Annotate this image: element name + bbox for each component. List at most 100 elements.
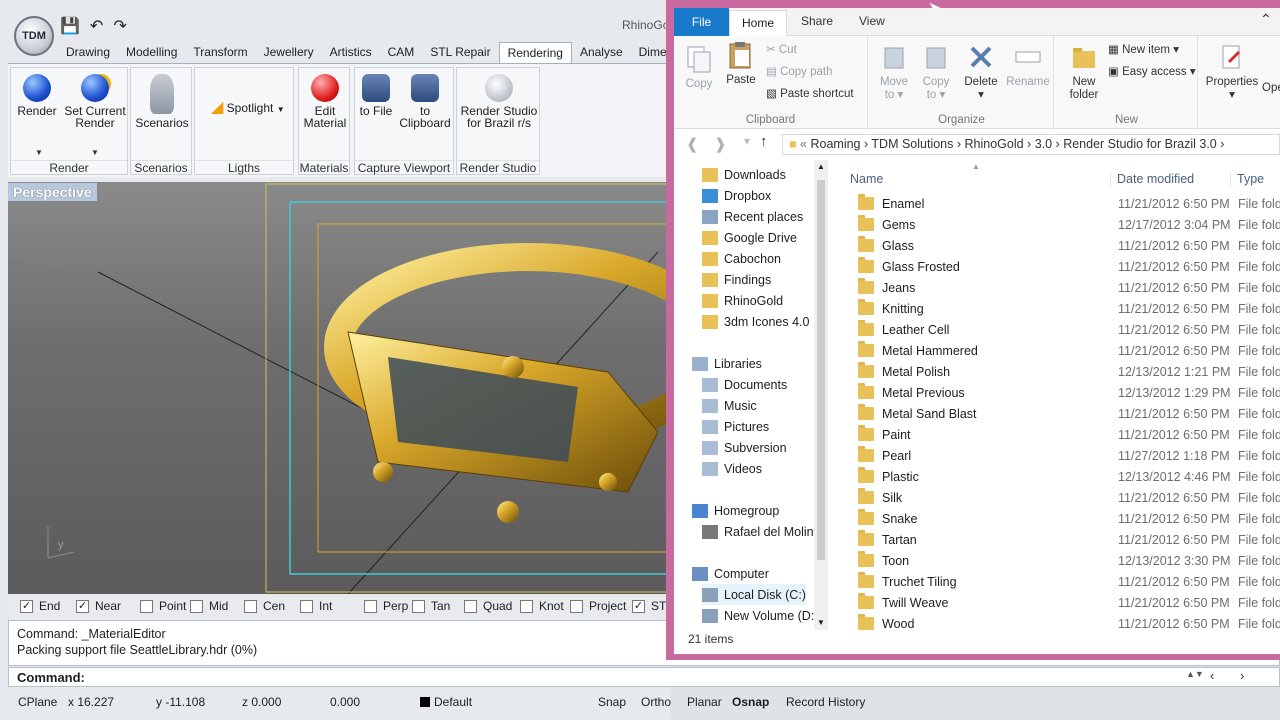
recent-dropdown-icon[interactable]: ▾ [744,134,750,148]
checkbox[interactable]: ✓ [632,599,645,613]
planar-toggle[interactable]: Planar [687,695,722,709]
file-row[interactable]: Glass Frosted 11/21/2012 6:50 PM File fold… [834,256,1280,277]
scroll-right-icon[interactable]: › [1240,668,1244,683]
collapse-ribbon-icon[interactable]: ⌃ [1260,11,1272,28]
checkbox[interactable]: ✓ [76,599,89,613]
delete-button[interactable]: Delete ▾ [962,42,1000,102]
file-row[interactable]: Truchet Tiling 11/21/2012 6:50 PM File fol… [834,571,1280,592]
nav-item[interactable]: 3dm Icones 4.0 [702,311,809,332]
properties-button[interactable]: Properties ▾ [1204,42,1260,102]
paste-shortcut-button[interactable]: ▧ Paste shortcut [766,86,854,100]
nav-item[interactable]: New Volume (D:) [702,605,818,626]
osnap-int[interactable]: Int [300,599,332,613]
nav-item[interactable]: Cabochon [702,248,781,269]
back-arrow-icon[interactable]: ❰ [686,135,699,153]
nav-item[interactable]: Local Disk (C:) [702,584,806,605]
capture-to-clipboard-button[interactable]: to Clipboard [397,74,453,129]
scroll-down-icon[interactable]: ▼ [817,618,825,627]
tdm-logo-button[interactable]: TDM [14,16,54,56]
osnap-project[interactable]: Project [570,599,626,613]
file-row[interactable]: Enamel 11/21/2012 6:50 PM File folde [834,193,1280,214]
file-row[interactable]: Silk 11/21/2012 6:50 PM File folde [834,487,1280,508]
overflow-icon[interactable]: « [800,137,807,151]
undo-icon[interactable]: ↶ [90,16,103,36]
tab-transform[interactable]: Transform [185,42,255,64]
nav-item[interactable]: Findings [702,269,771,290]
file-row[interactable]: Twill Weave 11/21/2012 6:50 PM File folde [834,592,1280,613]
checkbox[interactable] [190,599,203,613]
forward-arrow-icon[interactable]: ❱ [714,135,727,153]
file-row[interactable]: Leather Cell 11/21/2012 6:50 PM File folde [834,319,1280,340]
file-row[interactable]: Metal Previous 12/13/2012 1:29 PM File fol… [834,382,1280,403]
nav-item[interactable]: Videos [702,458,762,479]
spotlight-button[interactable]: ◢ Spotlight ▼ [211,100,295,116]
column-date-modified[interactable]: Date modified [1110,172,1194,186]
snap-toggle[interactable]: Snap [598,695,626,709]
file-row[interactable]: Metal Hammered 11/21/2012 6:50 PM File fol… [834,340,1280,361]
tab-cam[interactable]: CAM [380,42,423,64]
osnap-toggle[interactable]: Osnap [732,695,769,709]
column-name[interactable]: Name [850,172,883,186]
osnap-quad[interactable]: Quad [464,599,512,613]
checkbox[interactable] [464,599,477,613]
breadcrumb-item[interactable]: RhinoGold [965,137,1024,151]
file-row[interactable]: Jeans 11/21/2012 6:50 PM File folde [834,277,1280,298]
new-item-button[interactable]: ▦ New item ▾ [1108,42,1179,56]
file-row[interactable]: Plastic 12/13/2012 4:46 PM File folde [834,466,1280,487]
move-to-button[interactable]: Move to ▾ [876,42,912,102]
perspective-viewport[interactable]: y [8,182,670,594]
nav-item[interactable]: Rafael del Molinc [702,521,820,542]
address-bar[interactable]: ■ « Roaming › TDM Solutions › RhinoGold … [782,134,1280,155]
tab-jewellery[interactable]: Jewellery [256,42,322,64]
osnap-cen[interactable]: Cen [244,599,285,613]
tab-stl-repair[interactable]: STL Repair [422,42,498,64]
nav-homegroup[interactable]: Homegroup [692,500,779,521]
file-row[interactable]: Paint 11/21/2012 6:50 PM File folde [834,424,1280,445]
file-row[interactable]: Toon 12/13/2012 3:30 PM File folde [834,550,1280,571]
checkbox[interactable] [520,599,533,613]
render-dropdown-icon[interactable]: ▼ [35,148,43,157]
record-history-toggle[interactable]: Record History [786,695,865,709]
render-button[interactable]: Render [17,74,57,117]
capture-to-file-button[interactable]: to File [359,74,393,117]
new-folder-button[interactable]: New folder [1064,42,1104,102]
checkbox[interactable] [570,599,583,613]
render-studio-button[interactable]: Render Studio for Brazil r/s [459,74,539,129]
osnap-tan[interactable]: Tan [412,599,450,613]
checkbox[interactable] [244,599,257,613]
command-input[interactable]: Command: [8,667,1280,687]
scroll-up-icon[interactable]: ▲ [817,162,825,171]
file-row[interactable]: Pearl 11/27/2012 1:18 PM File folde [834,445,1280,466]
nav-item[interactable]: Dropbox [702,185,771,206]
nav-item[interactable]: Documents [702,374,787,395]
nav-item[interactable]: Google Drive [702,227,797,248]
rename-button[interactable]: Rename [1006,42,1050,89]
checkbox[interactable]: ✓ [20,599,33,613]
file-row[interactable]: Metal Polish 12/13/2012 1:21 PM File folde [834,361,1280,382]
tab-artistics[interactable]: Artistics [322,42,380,64]
viewport-title[interactable]: Perspective [8,183,97,201]
command-spinner-icon[interactable]: ▲▼ [1186,669,1204,679]
up-arrow-icon[interactable]: ↑ [760,133,768,150]
file-row[interactable]: Metal Sand Blast 11/21/2012 6:50 PM File f… [834,403,1280,424]
osnap-knot[interactable]: Knot [520,599,564,613]
easy-access-button[interactable]: ▣ Easy access ▾ [1108,64,1196,78]
breadcrumb-item[interactable]: 3.0 [1035,137,1052,151]
set-current-dropdown-icon[interactable]: ▼ [91,148,99,157]
file-row[interactable]: Glass 11/21/2012 6:50 PM File folde [834,235,1280,256]
nav-computer[interactable]: Computer [692,563,769,584]
osnap-end[interactable]: ✓ End [20,599,60,613]
checkbox[interactable] [412,599,425,613]
file-row[interactable]: Knitting 11/21/2012 6:50 PM File folde [834,298,1280,319]
copy-path-button[interactable]: ▤ Copy path [766,64,833,78]
redo-icon[interactable]: ↷ [113,16,126,36]
nav-item[interactable]: Pictures [702,416,769,437]
layer-name[interactable]: Default [434,695,472,709]
tab-share[interactable]: Share [801,14,833,28]
checkbox[interactable] [140,599,153,613]
open-button[interactable]: Oper [1262,82,1280,94]
copy-button[interactable]: Copy [684,44,714,91]
nav-libraries[interactable]: Libraries [692,353,762,374]
tab-home[interactable]: Home [729,10,787,37]
osnap-near[interactable]: ✓ Near [76,599,121,613]
